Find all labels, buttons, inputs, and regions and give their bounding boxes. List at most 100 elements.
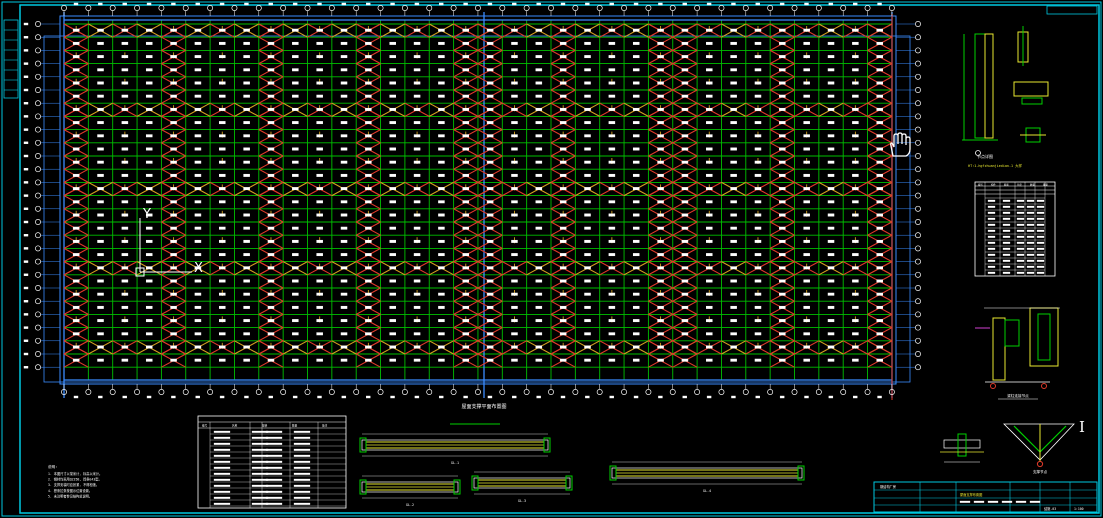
axis-bubble — [915, 126, 921, 133]
dim-text — [366, 2, 371, 6]
member-tag — [97, 134, 104, 138]
member-tag — [779, 55, 786, 59]
member-tag — [827, 68, 835, 72]
member-tag — [852, 319, 859, 323]
member-tag — [486, 279, 494, 283]
dim-text — [23, 233, 29, 237]
axis-bubble — [158, 389, 165, 395]
member-tag — [292, 200, 299, 204]
axis-bubble — [328, 389, 335, 395]
axis-bubble — [134, 5, 140, 11]
member-tag — [462, 121, 470, 125]
member-tag — [438, 134, 445, 138]
member-tag — [852, 213, 859, 217]
member-tag — [292, 213, 299, 217]
member-tag — [121, 266, 129, 270]
axis-bubble — [572, 389, 579, 395]
member-tag — [72, 332, 80, 336]
member-tag — [462, 28, 470, 32]
small-detail-web — [957, 433, 967, 457]
member-tag — [365, 94, 372, 98]
axis-bubble — [35, 298, 41, 305]
member-tag — [730, 55, 737, 59]
member-tag — [97, 121, 104, 125]
notes-line: 4. 檩条拉条按图示位置设置。 — [48, 488, 92, 493]
member-tag — [681, 147, 689, 151]
axis-bubble — [35, 258, 41, 265]
schedule-cell-text — [1026, 199, 1035, 202]
conn-beam — [1029, 307, 1059, 367]
member-tag — [170, 41, 177, 45]
member-tag — [413, 358, 421, 362]
member-tag — [72, 266, 80, 270]
axis-bubble — [915, 271, 921, 278]
member-tag — [72, 173, 80, 177]
member-tag — [340, 160, 348, 164]
member-tag — [511, 345, 518, 349]
member-tag — [316, 279, 323, 283]
dim-text — [23, 260, 29, 263]
member-tag — [779, 147, 786, 151]
member-tag — [438, 81, 445, 85]
dim-text — [23, 36, 29, 39]
dim-text — [487, 395, 493, 399]
dim-text — [23, 141, 29, 145]
member-tag — [438, 253, 445, 257]
member-tag — [340, 279, 348, 283]
axis-bubble — [35, 153, 41, 159]
schedule-cell-text — [1036, 253, 1045, 256]
member-tag — [559, 41, 567, 45]
dim-text — [146, 2, 152, 6]
member-tag — [365, 239, 372, 243]
member-tag — [340, 213, 348, 217]
member-tag — [681, 305, 689, 309]
member-tag — [852, 107, 859, 111]
dim-text — [268, 395, 273, 399]
dim-text — [23, 181, 29, 184]
member-tag — [754, 28, 762, 32]
member-tag — [559, 213, 567, 217]
material-cell-text — [251, 430, 269, 433]
member-tag — [827, 332, 835, 336]
member-tag — [219, 358, 226, 362]
cad-drawing-viewport[interactable]: 屋面支撑平面布置图 Y X 节点详图 HT:1-hgfzhuanjiedian-1… — [0, 0, 1103, 518]
schedule-header: 编号 — [978, 183, 983, 187]
dim-text — [195, 2, 200, 6]
member-tag — [535, 253, 543, 257]
member-tag — [145, 345, 153, 349]
dim-text — [98, 395, 103, 399]
member-tag — [657, 94, 664, 98]
axis-bubble — [450, 389, 457, 395]
member-tag — [72, 213, 80, 217]
member-tag — [632, 292, 640, 296]
member-tag — [170, 292, 177, 296]
axis-bubble — [109, 389, 116, 395]
axis-bubble — [767, 5, 774, 11]
member-tag — [803, 28, 810, 32]
member-tag — [194, 292, 202, 296]
member-tag — [657, 279, 664, 283]
member-tag — [316, 253, 323, 257]
member-tag — [462, 332, 470, 336]
member-tag — [657, 226, 664, 230]
member-tag — [827, 41, 835, 45]
axis-bubble — [669, 5, 676, 11]
member-tag — [681, 213, 689, 217]
member-tag — [559, 81, 567, 85]
member-tag — [559, 305, 567, 309]
dim-text — [23, 366, 29, 369]
axis-bubble — [523, 389, 530, 395]
member-tag — [462, 81, 470, 85]
dim-text — [122, 395, 127, 399]
axis-bubble — [621, 389, 628, 395]
schedule-cell-text — [1016, 229, 1025, 232]
member-tag — [681, 319, 689, 323]
axis-bubble — [915, 351, 921, 357]
axis-bubble — [523, 5, 530, 11]
member-tag — [365, 305, 372, 309]
member-tag — [413, 226, 421, 230]
member-tag — [340, 134, 348, 138]
schedule-cell-text — [1026, 223, 1035, 226]
axis-bubble — [35, 364, 41, 371]
member-tag — [194, 173, 202, 177]
